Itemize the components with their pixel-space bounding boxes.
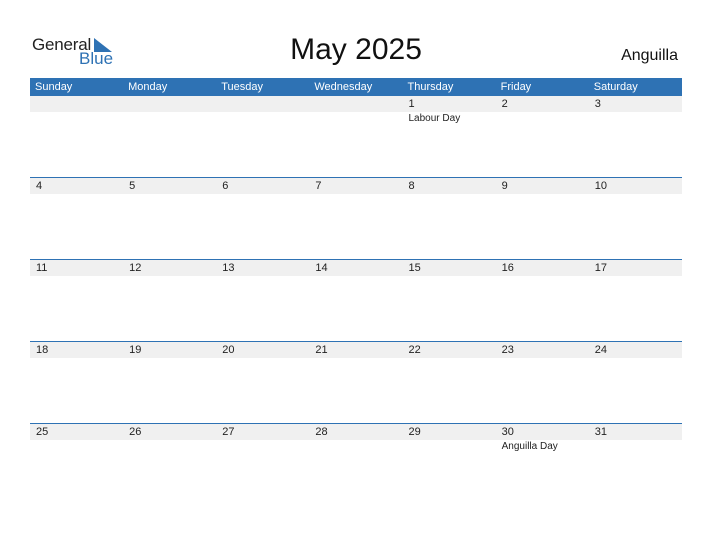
day-cell: 9	[496, 178, 589, 194]
day-number: 17	[594, 262, 607, 274]
day-number: 20	[222, 344, 235, 356]
holiday-event: Labour Day	[408, 113, 461, 124]
day-cell: 10	[589, 178, 682, 194]
day-cell: 20	[216, 342, 309, 358]
day-number: 4	[36, 180, 43, 192]
day-number: 23	[501, 344, 514, 356]
day-number: 3	[594, 98, 601, 110]
weekday-header: Sunday Monday Tuesday Wednesday Thursday Frid…	[30, 78, 682, 96]
calendar-title: May 2025	[290, 33, 422, 66]
day-number: 16	[501, 262, 514, 274]
day-cell	[216, 96, 309, 126]
weekday-monday: Monday	[128, 81, 168, 93]
day-cell: 26	[123, 424, 216, 454]
day-number: 6	[222, 180, 229, 192]
day-number: 24	[594, 344, 607, 356]
day-cell: 15	[403, 260, 496, 276]
day-number: 8	[408, 180, 415, 192]
day-number: 11	[36, 262, 48, 274]
weekday-wednesday: Wednesday	[314, 81, 373, 93]
week-row: 11 12 13 14 15 16 17	[30, 259, 682, 341]
day-cell: 28	[309, 424, 402, 454]
day-number: 30	[501, 426, 514, 438]
day-number: 1	[408, 98, 415, 110]
week-row: 18 19 20 21 22 23 24	[30, 341, 682, 423]
day-cell	[30, 96, 123, 126]
day-cell: 27	[216, 424, 309, 454]
day-number	[222, 96, 309, 112]
day-cell	[309, 96, 402, 126]
day-number: 27	[222, 426, 235, 438]
day-number: 14	[315, 262, 328, 274]
day-number: 5	[129, 180, 136, 192]
day-cell: 31	[589, 424, 682, 454]
day-number: 31	[594, 426, 607, 438]
day-cell: 23	[496, 342, 589, 358]
day-cell: 24	[589, 342, 682, 358]
country-label: Anguilla	[621, 47, 678, 64]
day-cell: 19	[123, 342, 216, 358]
day-number	[36, 96, 123, 112]
week-row: 1 Labour Day 2 3	[30, 96, 682, 177]
day-cell: 14	[309, 260, 402, 276]
day-number: 21	[315, 344, 328, 356]
day-cell: 12	[123, 260, 216, 276]
day-cell: 22	[403, 342, 496, 358]
day-cell: 3	[589, 96, 682, 126]
day-cell: 18	[30, 342, 123, 358]
day-number: 26	[129, 426, 142, 438]
day-number: 2	[501, 98, 508, 110]
day-cell: 25	[30, 424, 123, 454]
day-cell: 30 Anguilla Day	[496, 424, 589, 454]
holiday-event: Anguilla Day	[501, 441, 558, 452]
day-number: 18	[36, 344, 49, 356]
day-number: 9	[501, 180, 508, 192]
weekday-tuesday: Tuesday	[221, 81, 264, 93]
week-row: 4 5 6 7 8 9 10	[30, 177, 682, 259]
day-number: 25	[36, 426, 49, 438]
day-number: 28	[315, 426, 328, 438]
day-number: 15	[408, 262, 421, 274]
day-number: 12	[129, 262, 142, 274]
day-cell: 6	[216, 178, 309, 194]
week-row: 25 26 27 28 29 30 Anguilla Day 31	[30, 423, 682, 505]
weekday-friday: Friday	[500, 81, 532, 93]
day-cell: 13	[216, 260, 309, 276]
day-cell: 21	[309, 342, 402, 358]
day-cell: 4	[30, 178, 123, 194]
day-cell: 8	[403, 178, 496, 194]
weekday-sunday: Sunday	[35, 81, 73, 93]
day-cell: 29	[403, 424, 496, 454]
weekday-thursday: Thursday	[407, 81, 454, 93]
day-cell: 2	[496, 96, 589, 126]
day-number: 10	[594, 180, 607, 192]
weekday-saturday: Saturday	[593, 81, 638, 93]
day-number	[315, 96, 402, 112]
day-cell: 1 Labour Day	[403, 96, 496, 126]
day-cell: 7	[309, 178, 402, 194]
day-cell	[123, 96, 216, 126]
day-number: 7	[315, 180, 322, 192]
day-cell: 11	[30, 260, 123, 276]
day-number: 19	[129, 344, 142, 356]
calendar-grid: Sunday Monday Tuesday Wednesday Thursday Frid…	[30, 78, 682, 505]
day-cell: 16	[496, 260, 589, 276]
day-number	[129, 96, 216, 112]
day-number: 29	[408, 426, 421, 438]
day-number: 22	[408, 344, 421, 356]
day-cell: 5	[123, 178, 216, 194]
day-number: 13	[222, 262, 235, 274]
day-cell: 17	[589, 260, 682, 276]
